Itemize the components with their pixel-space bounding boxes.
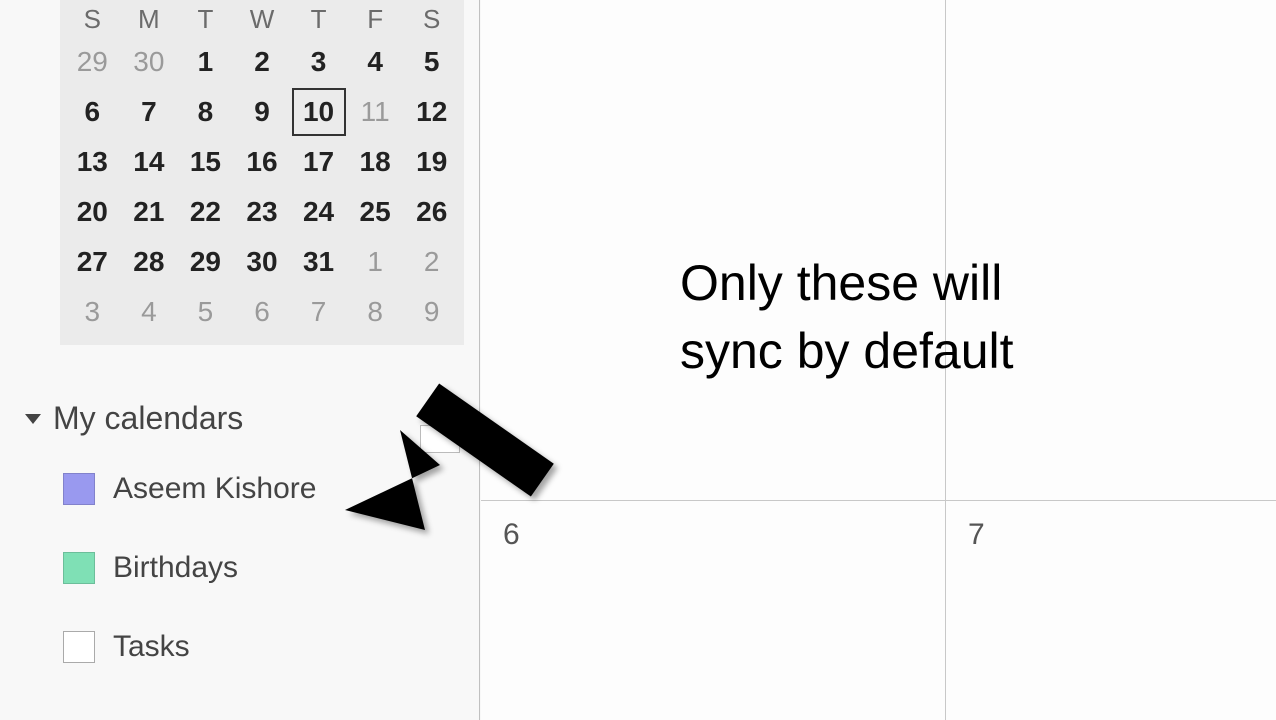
week-row-separator: [481, 500, 1276, 501]
weekday-label: M: [121, 0, 178, 37]
mini-calendar-day[interactable]: 26: [403, 187, 460, 237]
weekday-label: S: [64, 0, 121, 37]
mini-calendar-day[interactable]: 28: [121, 237, 178, 287]
mini-calendar-day[interactable]: 29: [64, 37, 121, 87]
mini-calendar-day[interactable]: 4: [121, 287, 178, 337]
mini-calendar-day[interactable]: 13: [64, 137, 121, 187]
annotation-text: Only these willsync by default: [680, 250, 1014, 385]
mini-calendar-day[interactable]: 3: [64, 287, 121, 337]
mini-calendar-day[interactable]: 30: [234, 237, 291, 287]
mini-calendar-day[interactable]: 21: [121, 187, 178, 237]
mini-calendar-day[interactable]: 2: [234, 37, 291, 87]
mini-calendar-day[interactable]: 12: [403, 87, 460, 137]
weekday-label: S: [403, 0, 460, 37]
mini-calendar-day[interactable]: 30: [121, 37, 178, 87]
section-title: My calendars: [53, 400, 243, 437]
annotation-arrow-icon: [345, 360, 585, 540]
mini-calendar-day[interactable]: 7: [290, 287, 347, 337]
mini-calendar-day[interactable]: 22: [177, 187, 234, 237]
mini-calendar-day[interactable]: 10: [290, 87, 347, 137]
mini-calendar-day[interactable]: 20: [64, 187, 121, 237]
mini-calendar-day[interactable]: 15: [177, 137, 234, 187]
calendar-color-swatch: [63, 631, 95, 663]
mini-calendar-day[interactable]: 6: [234, 287, 291, 337]
mini-calendar-day[interactable]: 27: [64, 237, 121, 287]
calendar-name: Tasks: [113, 630, 190, 664]
mini-calendar-day[interactable]: 8: [177, 87, 234, 137]
day-number: 7: [946, 500, 985, 552]
mini-calendar-day[interactable]: 1: [347, 237, 404, 287]
mini-calendar-day[interactable]: 23: [234, 187, 291, 237]
mini-calendar-day[interactable]: 29: [177, 237, 234, 287]
calendar-name: Birthdays: [113, 551, 238, 585]
weekday-header: SMTWTFS: [60, 0, 464, 37]
calendar-color-swatch: [63, 473, 95, 505]
mini-calendar-day[interactable]: 14: [121, 137, 178, 187]
mini-calendar-day[interactable]: 6: [64, 87, 121, 137]
calendar-item[interactable]: Birthdays: [63, 551, 459, 585]
mini-calendar-day[interactable]: 25: [347, 187, 404, 237]
caret-down-icon: [25, 414, 41, 424]
mini-calendar-day[interactable]: 9: [234, 87, 291, 137]
weekday-label: T: [290, 0, 347, 37]
mini-calendar-day[interactable]: 18: [347, 137, 404, 187]
mini-calendar: SMTWTFS 29301234567891011121314151617181…: [60, 0, 464, 345]
mini-calendar-day[interactable]: 2: [403, 237, 460, 287]
calendar-color-swatch: [63, 552, 95, 584]
mini-calendar-day[interactable]: 16: [234, 137, 291, 187]
mini-calendar-day[interactable]: 11: [347, 87, 404, 137]
calendar-name: Aseem Kishore: [113, 472, 316, 506]
calendar-date-grid: 2930123456789101112131415161718192021222…: [60, 37, 464, 337]
mini-calendar-day[interactable]: 5: [403, 37, 460, 87]
weekday-label: W: [234, 0, 291, 37]
mini-calendar-day[interactable]: 7: [121, 87, 178, 137]
mini-calendar-day[interactable]: 19: [403, 137, 460, 187]
mini-calendar-day[interactable]: 4: [347, 37, 404, 87]
mini-calendar-day[interactable]: 31: [290, 237, 347, 287]
mini-calendar-day[interactable]: 17: [290, 137, 347, 187]
mini-calendar-day[interactable]: 3: [290, 37, 347, 87]
mini-calendar-day[interactable]: 9: [403, 287, 460, 337]
mini-calendar-day[interactable]: 5: [177, 287, 234, 337]
mini-calendar-day[interactable]: 1: [177, 37, 234, 87]
mini-calendar-day[interactable]: 24: [290, 187, 347, 237]
weekday-label: T: [177, 0, 234, 37]
mini-calendar-day[interactable]: 8: [347, 287, 404, 337]
calendar-item[interactable]: Tasks: [63, 630, 459, 664]
weekday-label: F: [347, 0, 404, 37]
